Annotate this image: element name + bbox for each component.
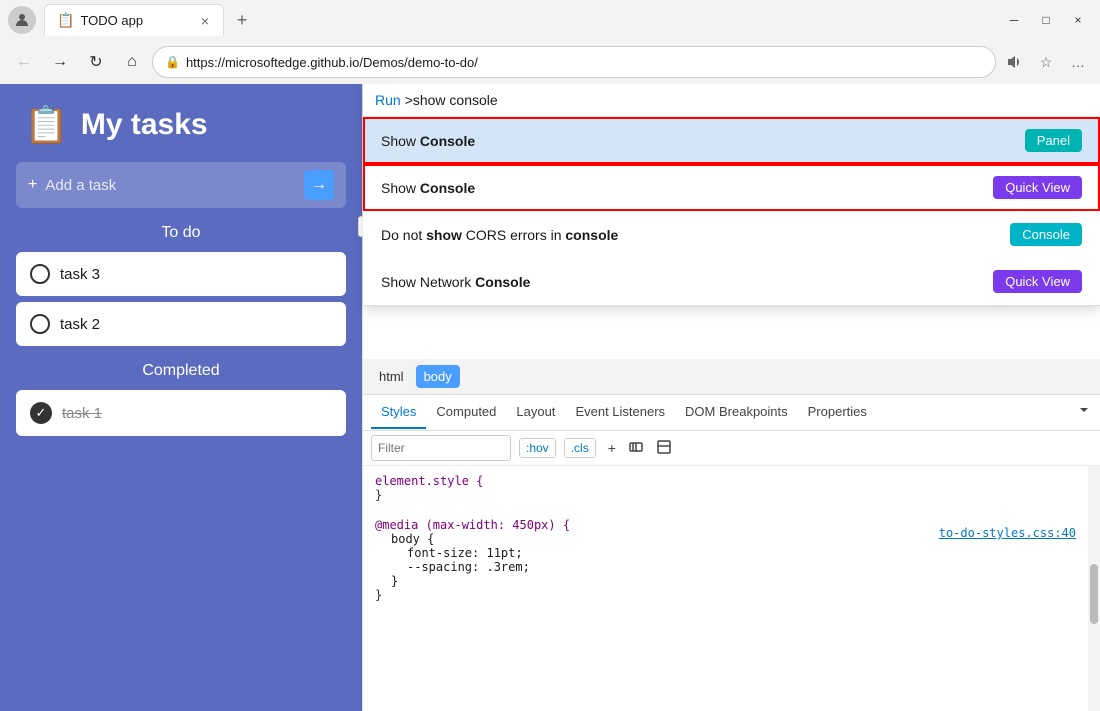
todo-tasks-list: task 3 task 2	[0, 252, 362, 346]
tab-bar: 📋 TODO app × +	[44, 4, 992, 36]
main-content: 📋 My tasks + → To do task 3 task 2	[0, 84, 1100, 711]
breadcrumb-body[interactable]: body	[416, 365, 460, 388]
style-sub-close-brace: }	[391, 574, 398, 588]
styles-tab[interactable]: Styles	[371, 396, 426, 429]
profile-avatar[interactable]	[8, 6, 36, 34]
style-close-brace: }	[375, 488, 382, 502]
command-badge-console[interactable]: Console	[1010, 223, 1082, 246]
add-task-input[interactable]	[45, 177, 296, 194]
styles-content: element.style { } @media (max-width: 450…	[363, 466, 1100, 711]
task-check-icon[interactable]: ✓	[30, 402, 52, 424]
add-plus-icon: +	[28, 176, 37, 194]
task-checkbox[interactable]	[30, 314, 50, 334]
completed-tasks-list: ✓ task 1	[0, 390, 362, 436]
address-bar: ← → ↻ ⌂ 🔒 https://microsoftedge.github.i…	[0, 40, 1100, 84]
todo-header: 📋 My tasks	[0, 84, 362, 162]
style-rule-element: element.style { }	[375, 474, 1080, 502]
computed-tab[interactable]: Computed	[426, 396, 506, 429]
dom-breakpoints-tab[interactable]: DOM Breakpoints	[675, 396, 798, 429]
task-item[interactable]: task 3	[16, 252, 346, 296]
todo-app-icon: 📋	[24, 104, 69, 146]
forward-button[interactable]: →	[44, 46, 76, 78]
command-text-3: Do not show CORS errors in console	[381, 227, 1010, 243]
command-text-4: Show Network Console	[381, 274, 993, 290]
command-text-2: Show Console	[381, 180, 993, 196]
command-item-network-console[interactable]: Show Network Console Quick View	[363, 258, 1100, 305]
styles-tab-more	[1076, 402, 1092, 423]
maximize-button[interactable]: □	[1032, 6, 1060, 34]
styles-filter-bar: :hov .cls +	[363, 431, 1100, 466]
favorites-button[interactable]: ☆	[1032, 48, 1060, 76]
completed-section: Completed ✓ task 1	[0, 362, 362, 436]
url-text: https://microsoftedge.github.io/Demos/de…	[186, 55, 983, 70]
tab-favicon: 📋	[57, 12, 74, 29]
devtools-panel: Elements + ··· ? ×	[362, 84, 1100, 711]
styles-panel: Styles Computed Layout Event Listeners D…	[363, 395, 1100, 711]
style-prop-fontsize: font-size: 11pt;	[407, 546, 523, 560]
command-item-show-console-quickview[interactable]: Show Console Quick View	[363, 164, 1100, 211]
run-label: Run	[375, 92, 401, 108]
command-badge-quickview-1[interactable]: Quick View	[993, 176, 1082, 199]
url-bar[interactable]: 🔒 https://microsoftedge.github.io/Demos/…	[152, 46, 996, 78]
filter-toggle-button[interactable]	[624, 437, 648, 460]
task-text: task 2	[60, 316, 100, 333]
completed-section-label: Completed	[0, 362, 362, 380]
active-tab[interactable]: 📋 TODO app ×	[44, 4, 224, 36]
event-listeners-tab[interactable]: Event Listeners	[565, 396, 675, 429]
command-badge-panel[interactable]: Panel	[1025, 129, 1082, 152]
style-media-close-brace: }	[375, 588, 382, 602]
command-badge-quickview-2[interactable]: Quick View	[993, 270, 1082, 293]
close-window-button[interactable]: ×	[1064, 6, 1092, 34]
command-item-show-console-panel[interactable]: Show Console Panel	[363, 117, 1100, 164]
style-source-link[interactable]: to-do-styles.css:40	[939, 526, 1076, 540]
command-input[interactable]	[405, 92, 1088, 108]
filter-computed-button[interactable]	[652, 437, 676, 460]
command-input-row: Run	[363, 84, 1100, 117]
address-actions: ☆ …	[1000, 48, 1092, 76]
style-prop-spacing: --spacing: .3rem;	[407, 560, 530, 574]
task-checkbox[interactable]	[30, 264, 50, 284]
completed-task-item[interactable]: ✓ task 1	[16, 390, 346, 436]
minimize-button[interactable]: ─	[1000, 6, 1028, 34]
breadcrumb-html[interactable]: html	[371, 365, 412, 388]
filter-hov-button[interactable]: :hov	[519, 438, 556, 458]
styles-scrollbar[interactable]	[1088, 466, 1100, 711]
new-tab-button[interactable]: +	[228, 6, 256, 34]
task-text: task 3	[60, 266, 100, 283]
home-button[interactable]: ⌂	[116, 46, 148, 78]
tab-title: TODO app	[80, 13, 192, 28]
lock-icon: 🔒	[165, 55, 180, 69]
add-task-bar[interactable]: + →	[16, 162, 346, 208]
style-body-selector: body {	[391, 532, 434, 546]
devtools-bottom: html body Styles Computed Layout Event L…	[363, 359, 1100, 711]
filter-cls-button[interactable]: .cls	[564, 438, 596, 458]
media-query-selector: @media (max-width: 450px) {	[375, 518, 570, 532]
window-controls: ─ □ ×	[1000, 6, 1092, 34]
back-button[interactable]: ←	[8, 46, 40, 78]
task-item[interactable]: task 2	[16, 302, 346, 346]
add-task-go-button[interactable]: →	[304, 170, 334, 200]
read-aloud-button[interactable]	[1000, 48, 1028, 76]
todo-section-label: To do	[0, 224, 362, 242]
properties-tab[interactable]: Properties	[798, 396, 877, 429]
command-palette: Run Show Console Panel Show Console Quic…	[363, 84, 1100, 306]
command-item-cors[interactable]: Do not show CORS errors in console Conso…	[363, 211, 1100, 258]
style-selector: element.style {	[375, 474, 483, 488]
title-bar: 📋 TODO app × + ─ □ ×	[0, 0, 1100, 40]
command-text-1: Show Console	[381, 133, 1025, 149]
filter-add-rule-button[interactable]: +	[604, 438, 620, 458]
layout-tab[interactable]: Layout	[506, 396, 565, 429]
tab-close-button[interactable]: ×	[199, 11, 211, 31]
style-rule-media: @media (max-width: 450px) { body { font-…	[375, 518, 1080, 602]
styles-tabs: Styles Computed Layout Event Listeners D…	[363, 395, 1100, 431]
scrollbar-thumb[interactable]	[1090, 564, 1098, 624]
todo-app-title: My tasks	[81, 108, 208, 142]
completed-task-text: task 1	[62, 405, 102, 422]
todo-app: 📋 My tasks + → To do task 3 task 2	[0, 84, 362, 711]
styles-filter-input[interactable]	[371, 435, 511, 461]
reload-button[interactable]: ↻	[80, 46, 112, 78]
more-button[interactable]: …	[1064, 48, 1092, 76]
html-breadcrumb: html body	[363, 359, 1100, 395]
filter-icons: +	[604, 437, 676, 460]
